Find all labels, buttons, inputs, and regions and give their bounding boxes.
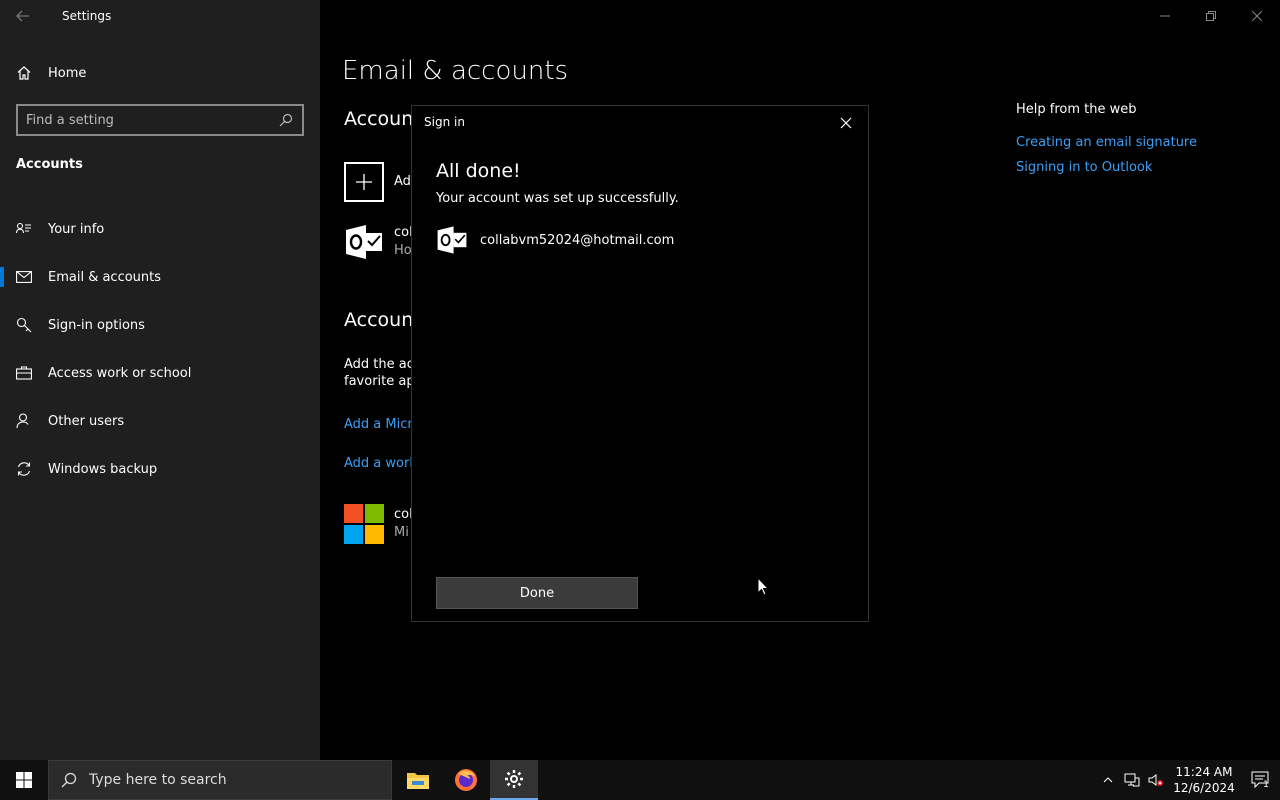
minimize-icon — [1160, 15, 1170, 17]
briefcase-icon — [16, 365, 32, 381]
show-hidden-icons[interactable] — [1096, 760, 1120, 800]
taskbar: 11:24 AM 12/6/2024 1 — [0, 760, 1280, 800]
person-add-icon — [16, 413, 32, 429]
add-account-label: Ad — [394, 174, 411, 189]
start-button[interactable] — [0, 760, 48, 800]
add-microsoft-account-link[interactable]: Add a Micr — [344, 417, 413, 432]
help-panel: Help from the web Creating an email sign… — [1016, 102, 1197, 185]
section-heading-accounts: Accounts — [16, 157, 83, 172]
home-icon — [17, 66, 31, 80]
sidebar-item-label: Sign-in options — [48, 317, 145, 333]
taskbar-search-input[interactable] — [89, 772, 369, 788]
firefox-icon — [455, 769, 477, 791]
dialog-heading: All done! — [436, 160, 521, 182]
home-nav[interactable]: Home — [16, 62, 86, 84]
close-icon — [1252, 11, 1262, 21]
sidebar-item-label: Windows backup — [48, 461, 158, 477]
maximize-button[interactable] — [1188, 0, 1234, 32]
section-heading-accounts-used: Account — [344, 108, 421, 130]
done-button[interactable]: Done — [436, 577, 638, 609]
back-arrow-icon — [16, 10, 29, 22]
chevron-up-icon — [1103, 777, 1113, 783]
taskbar-firefox[interactable] — [442, 760, 490, 800]
sidebar: Settings Home Accounts Your info Email &… — [0, 0, 320, 760]
find-setting-search[interactable] — [16, 104, 304, 136]
sidebar-item-email-accounts[interactable]: Email & accounts — [0, 253, 320, 301]
system-tray: 11:24 AM 12/6/2024 1 — [1096, 760, 1280, 800]
home-label: Home — [48, 65, 87, 81]
clock-date: 12/6/2024 — [1173, 781, 1235, 795]
outlook-icon — [437, 226, 467, 254]
sidebar-item-your-info[interactable]: Your info — [0, 205, 320, 253]
help-link-email-signature[interactable]: Creating an email signature — [1016, 135, 1197, 150]
sidebar-item-other-users[interactable]: Other users — [0, 397, 320, 445]
account-provider: Ho — [394, 243, 412, 258]
section-heading-accounts-other-apps: Account — [344, 309, 421, 331]
sidebar-item-label: Your info — [48, 221, 105, 237]
search-icon[interactable] — [278, 112, 294, 128]
action-center-button[interactable]: 1 — [1240, 760, 1280, 800]
clock-time: 11:24 AM — [1175, 765, 1233, 779]
taskbar-search[interactable] — [48, 760, 392, 800]
sidebar-item-label: Other users — [48, 413, 125, 429]
account-name: col — [394, 225, 413, 240]
sidebar-item-label: Email & accounts — [48, 269, 162, 285]
volume-status[interactable] — [1144, 760, 1168, 800]
close-window-button[interactable] — [1234, 0, 1280, 32]
outlook-account-row[interactable]: col Ho — [344, 222, 413, 262]
help-title: Help from the web — [1016, 102, 1137, 117]
account-name: col — [394, 507, 413, 522]
sidebar-nav: Your info Email & accounts Sign-in optio… — [0, 205, 320, 493]
taskbar-file-explorer[interactable] — [394, 760, 442, 800]
gear-icon — [505, 770, 523, 788]
window-controls — [1142, 0, 1280, 32]
back-button[interactable] — [0, 0, 46, 32]
volume-muted-icon — [1148, 774, 1163, 786]
mouse-cursor-icon — [757, 577, 769, 596]
sidebar-item-access-work[interactable]: Access work or school — [0, 349, 320, 397]
windows-logo-icon — [16, 772, 32, 788]
outlook-icon — [346, 225, 382, 259]
minimize-button[interactable] — [1142, 0, 1188, 32]
clock[interactable]: 11:24 AM 12/6/2024 — [1168, 764, 1240, 796]
folder-icon — [407, 773, 429, 789]
restore-icon — [1206, 11, 1216, 21]
add-work-account-link[interactable]: Add a work — [344, 456, 417, 471]
close-icon — [840, 117, 852, 129]
network-status[interactable] — [1120, 760, 1144, 800]
account-email: collabvm52024@hotmail.com — [480, 232, 675, 248]
account-provider: Mi — [394, 525, 409, 540]
add-account-row[interactable]: Ad — [344, 162, 411, 202]
person-card-icon — [16, 221, 32, 237]
mail-icon — [16, 269, 32, 285]
title-bar: Settings — [0, 0, 320, 32]
dialog-close-button[interactable] — [836, 114, 856, 132]
plus-icon — [344, 162, 384, 202]
microsoft-logo-icon — [344, 504, 384, 544]
sign-in-dialog: Sign in All done! Your account was set u… — [411, 105, 869, 622]
key-icon — [16, 317, 32, 333]
sidebar-item-sign-in-options[interactable]: Sign-in options — [0, 301, 320, 349]
window-title: Settings — [62, 9, 112, 23]
search-icon — [49, 772, 89, 788]
dialog-message: Your account was set up successfully. — [436, 191, 679, 206]
help-link-signing-in-outlook[interactable]: Signing in to Outlook — [1016, 160, 1197, 175]
microsoft-account-row[interactable]: col Mi — [344, 504, 413, 544]
find-setting-input[interactable] — [26, 112, 278, 128]
sync-icon — [16, 461, 32, 477]
taskbar-settings[interactable] — [490, 760, 538, 800]
notification-count: 1 — [1263, 780, 1269, 790]
sidebar-item-windows-backup[interactable]: Windows backup — [0, 445, 320, 493]
sidebar-item-label: Access work or school — [48, 365, 192, 381]
dialog-title: Sign in — [424, 115, 465, 129]
network-icon — [1124, 773, 1140, 787]
page-title: Email & accounts — [342, 56, 569, 86]
dialog-account-row: collabvm52024@hotmail.com — [436, 224, 674, 256]
